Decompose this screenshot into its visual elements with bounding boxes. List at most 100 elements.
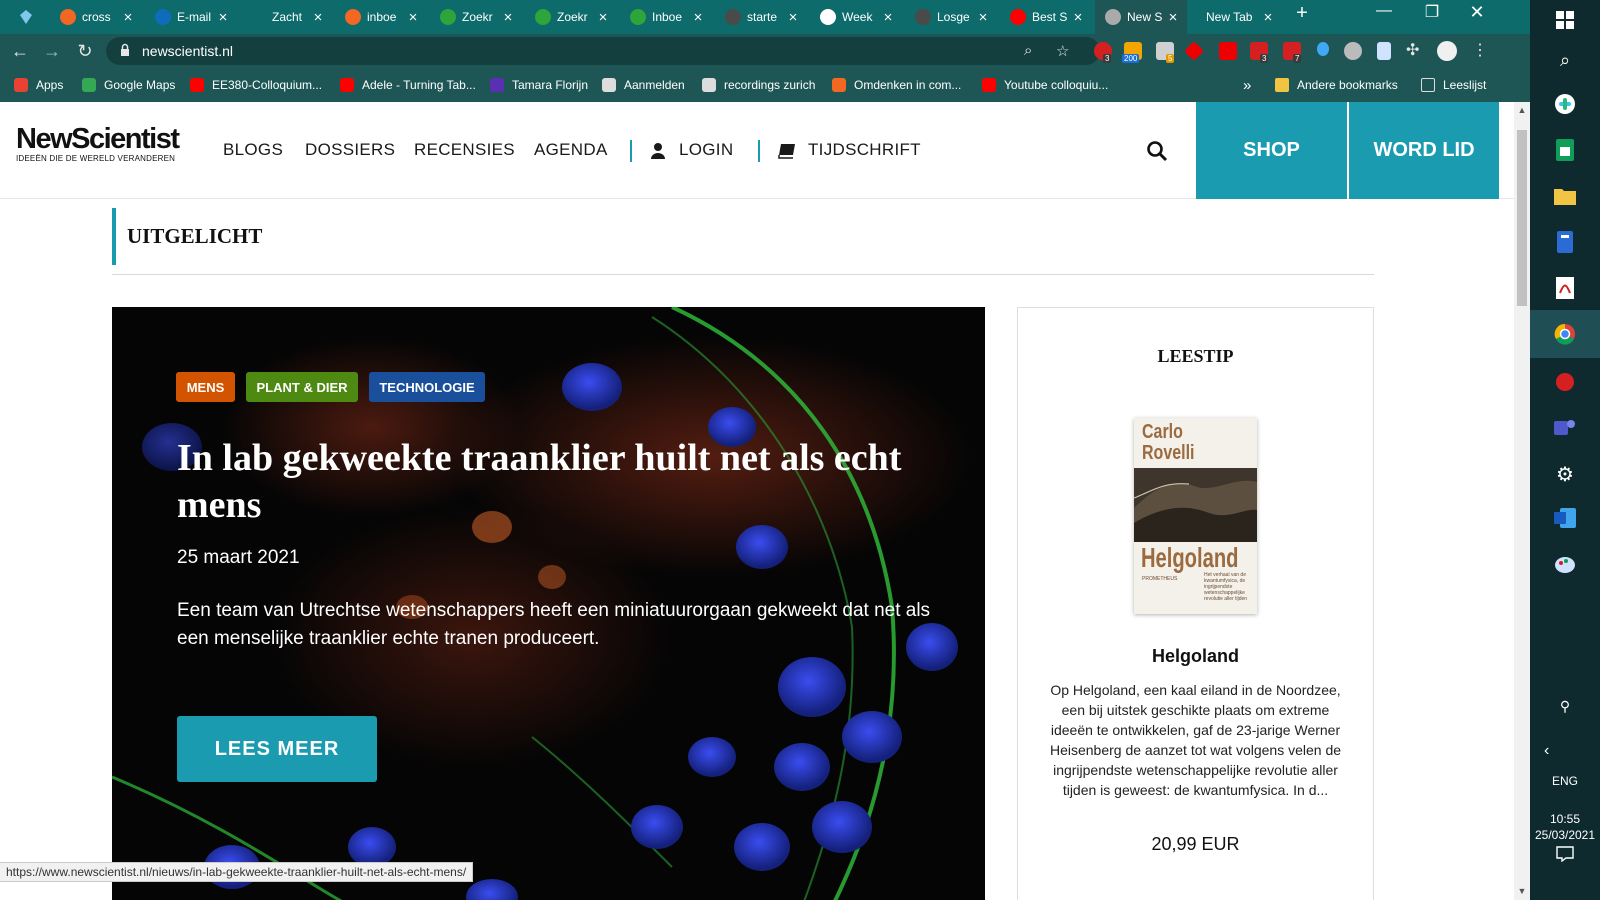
nav-tijdschrift[interactable]: TIJDSCHRIFT: [808, 140, 921, 160]
tab-close-icon[interactable]: ×: [593, 9, 613, 26]
featured-article[interactable]: MENS PLANT & DIER TECHNOLOGIE In lab gek…: [112, 307, 985, 900]
browser-tab[interactable]: Best S ×: [1000, 0, 1092, 34]
browser-tab[interactable]: E-mail ×: [145, 0, 237, 34]
close-window-icon[interactable]: ✕: [1457, 2, 1497, 23]
browser-tab[interactable]: Losge ×: [905, 0, 997, 34]
article-title[interactable]: In lab gekweekte traanklier huilt net al…: [177, 435, 957, 529]
bookmark-item[interactable]: Tamara Florijn: [490, 68, 588, 102]
browser-tab[interactable]: Zoekr ×: [525, 0, 617, 34]
clock-date[interactable]: 25/03/2021: [1530, 828, 1600, 842]
minimize-icon[interactable]: —: [1364, 2, 1404, 20]
pinned-tab[interactable]: [10, 0, 42, 34]
nav-divider: [758, 140, 760, 162]
tag-plant-dier[interactable]: PLANT & DIER: [246, 372, 358, 402]
bookmark-item[interactable]: Aanmelden: [602, 68, 685, 102]
tab-close-icon[interactable]: ×: [498, 9, 518, 26]
windows-start-icon[interactable]: [1553, 8, 1577, 32]
tab-close-icon[interactable]: ×: [1258, 9, 1278, 26]
lees-meer-button[interactable]: LEES MEER: [177, 716, 377, 782]
profile-icon[interactable]: [1437, 41, 1457, 61]
bookmark-item[interactable]: Apps: [14, 68, 63, 102]
bookmark-item[interactable]: recordings zurich: [702, 68, 815, 102]
reading-list[interactable]: Leeslijst: [1421, 68, 1486, 102]
tab-close-icon[interactable]: ×: [1163, 9, 1183, 26]
sheets-icon[interactable]: [1553, 138, 1577, 162]
book-title[interactable]: Helgoland: [1018, 646, 1373, 667]
extension-icon[interactable]: [1344, 42, 1362, 60]
clock-time[interactable]: 10:55: [1530, 812, 1600, 826]
app-icon[interactable]: [1553, 230, 1577, 254]
tab-close-icon[interactable]: ×: [1068, 9, 1088, 26]
browser-tab[interactable]: Week ×: [810, 0, 902, 34]
other-bookmarks[interactable]: Andere bookmarks: [1275, 68, 1398, 102]
browser-tab[interactable]: starte ×: [715, 0, 807, 34]
back-icon[interactable]: ←: [8, 40, 32, 62]
search-icon[interactable]: [1146, 140, 1168, 162]
browser-tab[interactable]: Zoekr ×: [430, 0, 522, 34]
nav-login[interactable]: LOGIN: [679, 140, 733, 160]
shop-button[interactable]: SHOP: [1196, 102, 1347, 199]
tab-close-icon[interactable]: ×: [308, 9, 328, 26]
teams-icon[interactable]: [1553, 416, 1577, 440]
tab-close-icon[interactable]: ×: [118, 9, 138, 26]
browser-tab[interactable]: cross ×: [50, 0, 142, 34]
scroll-thumb[interactable]: [1517, 130, 1527, 306]
slack-icon[interactable]: [1553, 92, 1577, 116]
extension-icon[interactable]: [1184, 41, 1204, 61]
search-icon[interactable]: ⌕: [1553, 48, 1577, 72]
word-icon[interactable]: [1553, 506, 1577, 530]
tab-close-icon[interactable]: ×: [973, 9, 993, 26]
puzzle-icon[interactable]: ✣: [1406, 40, 1424, 59]
tab-close-icon[interactable]: ×: [878, 9, 898, 26]
notifications-icon[interactable]: [1553, 842, 1577, 866]
paint-icon[interactable]: [1553, 552, 1577, 576]
bookmarks-overflow-icon[interactable]: »: [1243, 68, 1251, 102]
tab-close-icon[interactable]: ×: [783, 9, 803, 26]
document-icon[interactable]: [1377, 42, 1391, 60]
scroll-down-icon[interactable]: ▼: [1517, 886, 1527, 896]
page-scrollbar[interactable]: ▲ ▼: [1514, 102, 1530, 900]
word-lid-button[interactable]: WORD LID: [1349, 102, 1499, 199]
extension-icon[interactable]: [1317, 42, 1329, 56]
menu-icon[interactable]: ⋮: [1472, 40, 1490, 59]
restore-icon[interactable]: ❐: [1412, 2, 1452, 22]
people-icon[interactable]: ⚲: [1553, 694, 1577, 718]
browser-tab[interactable]: Inboe ×: [620, 0, 712, 34]
bookmark-item[interactable]: Omdenken in com...: [832, 68, 961, 102]
chrome-icon[interactable]: [1553, 322, 1577, 346]
bookmark-item[interactable]: Google Maps: [82, 68, 175, 102]
browser-tab[interactable]: New Tab ×: [1190, 0, 1282, 34]
tab-close-icon[interactable]: ×: [688, 9, 708, 26]
browser-tab[interactable]: inboe ×: [335, 0, 427, 34]
new-tab-button[interactable]: +: [1282, 2, 1322, 25]
scroll-up-icon[interactable]: ▲: [1517, 105, 1527, 115]
folder-icon[interactable]: [1553, 184, 1577, 208]
nav-blogs[interactable]: BLOGS: [223, 140, 283, 160]
browser-tab[interactable]: Zacht ×: [240, 0, 332, 34]
language-indicator[interactable]: ENG: [1530, 774, 1600, 788]
nav-recensies[interactable]: RECENSIES: [414, 140, 515, 160]
book-cover[interactable]: Carlo Rovelli Helgoland Het verhaal van …: [1134, 418, 1257, 614]
bookmark-item[interactable]: Youtube colloquiu...: [982, 68, 1108, 102]
site-logo[interactable]: NewScientist IDEEËN DIE DE WERELD VERAND…: [16, 124, 180, 163]
reload-icon[interactable]: ↻: [73, 40, 97, 62]
forward-icon[interactable]: →: [40, 40, 64, 62]
bookmark-item[interactable]: EE380-Colloquium...: [190, 68, 322, 102]
tab-close-icon[interactable]: ×: [403, 9, 423, 26]
bookmark-item[interactable]: Adele - Turning Tab...: [340, 68, 476, 102]
nav-dossiers[interactable]: DOSSIERS: [305, 140, 395, 160]
chevron-left-icon[interactable]: ‹: [1544, 742, 1549, 760]
pdf-icon[interactable]: [1553, 276, 1577, 300]
browser-tab[interactable]: New S ×: [1095, 0, 1187, 34]
tag-mens[interactable]: MENS: [176, 372, 235, 402]
app-icon[interactable]: [1553, 370, 1577, 394]
address-bar[interactable]: newscientist.nl ⌕ ☆: [106, 37, 1100, 65]
pocket-icon[interactable]: [1219, 42, 1237, 60]
tab-label: Best S: [1032, 10, 1068, 24]
tab-close-icon[interactable]: ×: [213, 9, 233, 26]
bookmark-star-icon[interactable]: ☆: [1056, 42, 1069, 60]
tag-technologie[interactable]: TECHNOLOGIE: [369, 372, 485, 402]
settings-gear-icon[interactable]: ⚙: [1553, 462, 1577, 486]
nav-agenda[interactable]: AGENDA: [534, 140, 608, 160]
zoom-icon[interactable]: ⌕: [1024, 42, 1032, 59]
